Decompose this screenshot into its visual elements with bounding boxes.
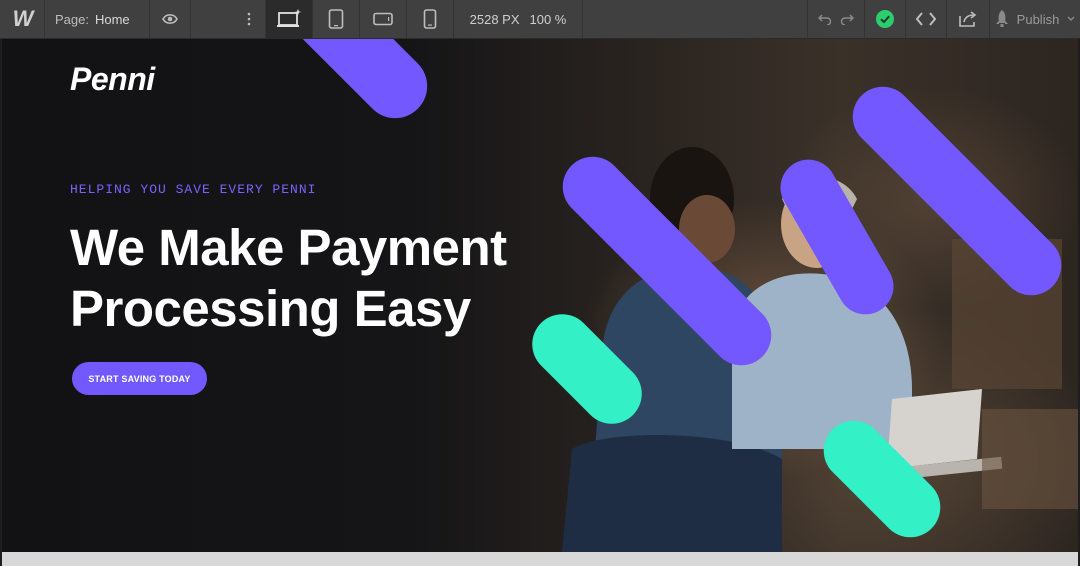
site-status-button[interactable] [865, 0, 906, 38]
canvas-dimensions: 2528 PX 100 % [454, 0, 583, 38]
next-section-peek [2, 552, 1078, 566]
publish-label: Publish [1016, 11, 1060, 27]
chevron-down-icon [1067, 16, 1075, 22]
preview-button[interactable] [150, 0, 191, 38]
start-saving-button[interactable]: START SAVING TODAY [72, 362, 207, 395]
mobile-portrait-icon [423, 9, 437, 29]
toolbar-spacer [583, 0, 808, 38]
check-circle-icon [876, 10, 894, 28]
redo-icon[interactable] [840, 13, 854, 25]
designer-toolbar: W Page: Home 2528 PX 100 % Publish [0, 0, 1080, 39]
logo-text: W [12, 6, 34, 31]
undo-icon[interactable] [818, 13, 832, 25]
more-options-button[interactable] [191, 0, 266, 38]
tablet-icon [328, 9, 344, 29]
brand-logo[interactable]: Penni [70, 61, 155, 98]
vertical-dots-icon [247, 12, 251, 26]
breakpoint-desktop-button[interactable] [266, 0, 313, 38]
headline-line-2: Processing Easy [70, 280, 471, 337]
code-brackets-icon [916, 12, 936, 26]
canvas-width: 2528 PX [469, 11, 520, 27]
page-label: Page: [55, 11, 89, 27]
history-controls [808, 0, 865, 38]
breakpoint-tablet-button[interactable] [313, 0, 360, 38]
canvas-zoom: 100 % [529, 11, 567, 27]
mobile-landscape-icon [373, 12, 393, 26]
desktop-star-icon [276, 9, 302, 29]
share-icon [958, 11, 978, 27]
headline-line-1: We Make Payment [70, 219, 507, 276]
webflow-logo[interactable]: W [0, 0, 45, 38]
page-selector[interactable]: Page: Home [45, 0, 150, 38]
breakpoint-landscape-button[interactable] [360, 0, 407, 38]
hero-eyebrow: HELPING YOU SAVE EVERY PENNI [70, 182, 317, 197]
eye-icon [162, 13, 178, 25]
share-button[interactable] [947, 0, 990, 38]
page-name: Home [94, 11, 130, 27]
hero-headline: We Make Payment Processing Easy [70, 217, 590, 339]
code-export-button[interactable] [906, 0, 947, 38]
designer-canvas[interactable]: Penni HELPING YOU SAVE EVERY PENNI We Ma… [2, 39, 1078, 552]
breakpoint-portrait-button[interactable] [407, 0, 454, 38]
rocket-icon [995, 10, 1009, 28]
publish-button[interactable]: Publish [990, 0, 1080, 38]
